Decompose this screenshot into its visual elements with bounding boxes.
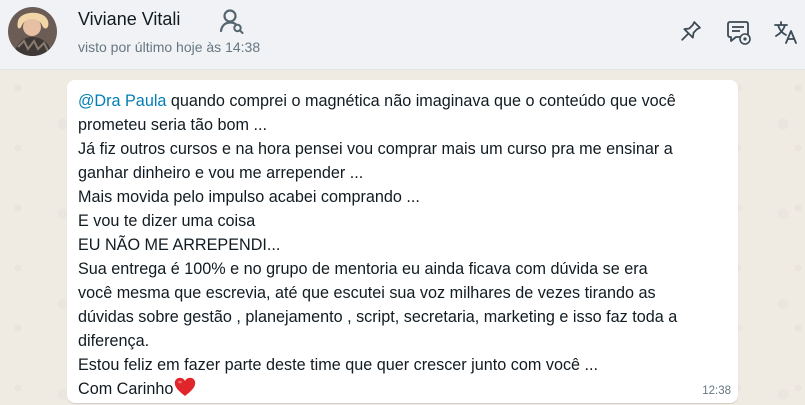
- message-line: prometeu seria tão bom ...: [78, 116, 267, 134]
- message-line: EU NÃO ME ARREPENDI...: [78, 236, 281, 254]
- message-timestamp: 12:38: [702, 385, 731, 397]
- message-line: Já fiz outros cursos e na hora pensei vo…: [78, 140, 673, 158]
- message-line: Com Carinho: [78, 377, 738, 401]
- message-line: você mesma que escrevia, até que escutei…: [78, 284, 656, 302]
- last-seen-status: visto por último hoje às 14:38: [78, 39, 261, 55]
- translate-icon[interactable]: [771, 17, 801, 47]
- closing-text: Com Carinho: [78, 380, 174, 398]
- chat-header[interactable]: Viviane Vitali visto por último hoje às …: [0, 0, 805, 70]
- red-heart-icon: [174, 377, 196, 397]
- message-line: diferença.: [78, 332, 150, 350]
- message-line: Estou feliz em fazer parte deste time qu…: [78, 356, 599, 374]
- contact-name[interactable]: Viviane Vitali: [78, 9, 180, 30]
- group-icon[interactable]: [216, 6, 246, 36]
- chat-settings-icon[interactable]: [723, 17, 753, 47]
- message-line: E vou te dizer uma coisa: [78, 212, 256, 230]
- message-line: dúvidas sobre gestão , planejamento , sc…: [78, 308, 678, 326]
- message-text: @Dra Paula quando comprei o magnética nã…: [78, 89, 738, 401]
- mention-link[interactable]: @Dra Paula: [78, 92, 166, 110]
- message-line: Sua entrega é 100% e no grupo de mentori…: [78, 260, 648, 278]
- message-line: Mais movida pelo impulso acabei comprand…: [78, 188, 420, 206]
- pin-icon[interactable]: [675, 17, 705, 47]
- message-line: @Dra Paula quando comprei o magnética nã…: [78, 89, 738, 113]
- message-line-text: quando comprei o magnética não imaginava…: [166, 92, 676, 110]
- message-line: ganhar dinheiro e vou me arrepender ...: [78, 164, 364, 182]
- avatar-image: [8, 7, 57, 56]
- avatar[interactable]: [8, 7, 57, 56]
- incoming-message-bubble[interactable]: @Dra Paula quando comprei o magnética nã…: [67, 80, 738, 403]
